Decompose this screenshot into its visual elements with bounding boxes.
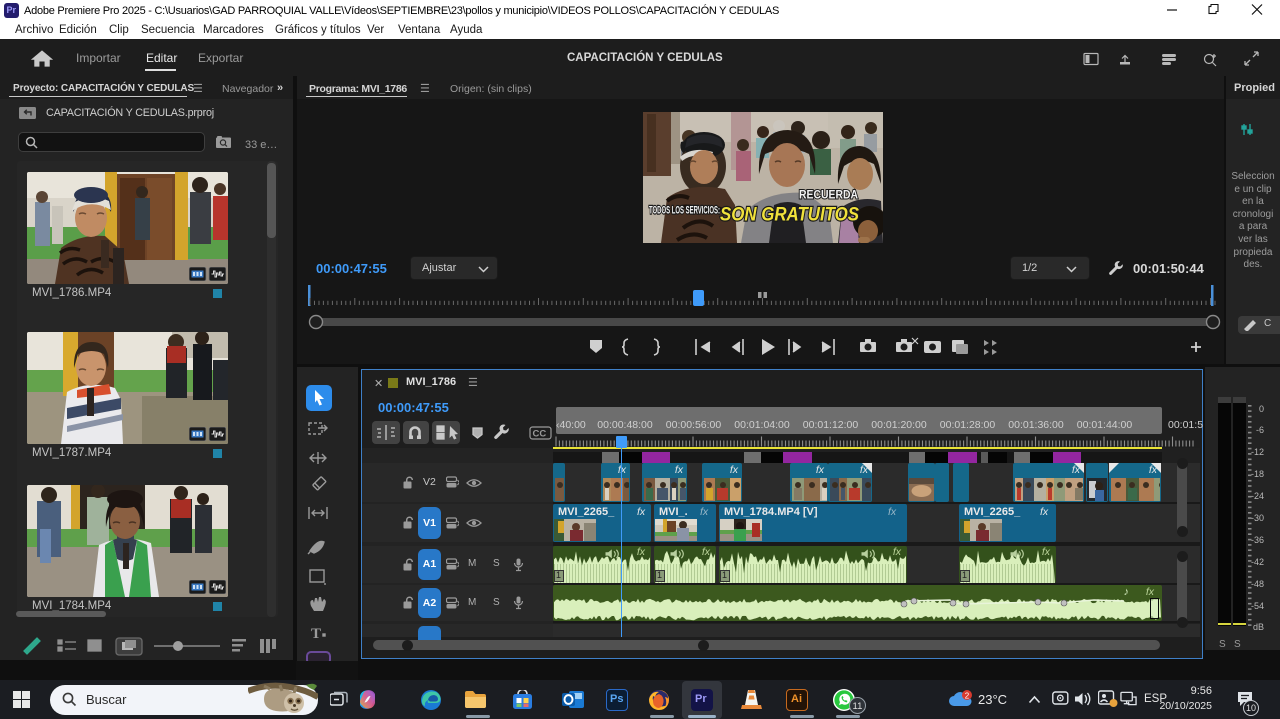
svg-text:CC: CC — [533, 429, 547, 440]
svg-text:2: 2 — [965, 691, 970, 700]
svg-text:TODOS LOS SERVICIOS:: TODOS LOS SERVICIOS: — [649, 205, 720, 216]
svg-text:RECUERDA: RECUERDA — [799, 190, 858, 202]
svg-text:T: T — [311, 626, 321, 642]
svg-text:SON GRATUITOS: SON GRATUITOS — [720, 204, 859, 226]
